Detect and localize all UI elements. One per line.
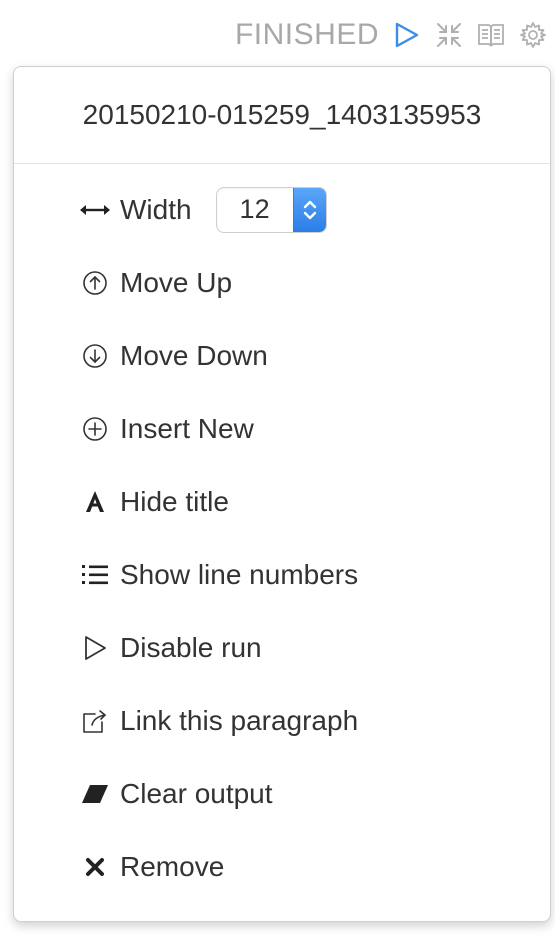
menu-item-label: Disable run — [120, 631, 262, 663]
menu-item-hide-title[interactable]: Hide title — [14, 465, 550, 538]
menu-item-label: Hide title — [120, 485, 229, 517]
gear-icon[interactable] — [519, 21, 547, 49]
width-label: Width — [120, 193, 192, 225]
menu-item-label: Insert New — [120, 412, 254, 444]
menu-item-label: Remove — [120, 850, 225, 882]
menu-item-remove[interactable]: Remove — [14, 830, 550, 903]
menu-item-move-down[interactable]: Move Down — [14, 319, 550, 392]
page: FINISHED 20150210-015259_1403135953 Widt… — [0, 0, 555, 945]
play-outline-icon — [78, 631, 112, 665]
paragraph-settings-dropdown: 20150210-015259_1403135953 Width 12 Move… — [13, 66, 551, 922]
width-value: 12 — [239, 194, 270, 224]
menu-item-label: Move Up — [120, 266, 233, 298]
menu-item-move-up[interactable]: Move Up — [14, 246, 550, 319]
width-select[interactable]: 12 — [215, 186, 327, 233]
menu-item-width: Width 12 — [14, 173, 550, 246]
arrows-horizontal-icon — [78, 193, 112, 227]
share-icon — [78, 704, 112, 738]
settings-menu: Width 12 Move Up Move Down Insert New Hi… — [14, 173, 550, 903]
paragraph-id: 20150210-015259_1403135953 — [14, 67, 550, 164]
menu-item-insert-new[interactable]: Insert New — [14, 392, 550, 465]
menu-item-label: Show line numbers — [120, 558, 359, 590]
plus-circle-icon — [78, 412, 112, 446]
arrow-down-circle-icon — [78, 339, 112, 373]
menu-item-link-paragraph[interactable]: Link this paragraph — [14, 684, 550, 757]
status-label: FINISHED — [234, 18, 379, 51]
close-icon — [78, 850, 112, 884]
book-icon[interactable] — [477, 21, 505, 49]
menu-item-label: Clear output — [120, 777, 273, 809]
menu-item-label: Move Down — [120, 339, 268, 371]
font-icon — [78, 485, 112, 519]
menu-item-clear-output[interactable]: Clear output — [14, 757, 550, 830]
arrow-up-circle-icon — [78, 266, 112, 300]
list-numbered-icon — [78, 558, 112, 592]
stepper-icon[interactable] — [292, 187, 326, 232]
menu-item-disable-run[interactable]: Disable run — [14, 611, 550, 684]
play-icon[interactable] — [393, 21, 421, 49]
collapse-icon[interactable] — [435, 21, 463, 49]
menu-item-show-line-numbers[interactable]: Show line numbers — [14, 538, 550, 611]
menu-item-label: Link this paragraph — [120, 704, 359, 736]
paragraph-toolbar: FINISHED — [235, 12, 547, 58]
eraser-icon — [78, 777, 112, 811]
